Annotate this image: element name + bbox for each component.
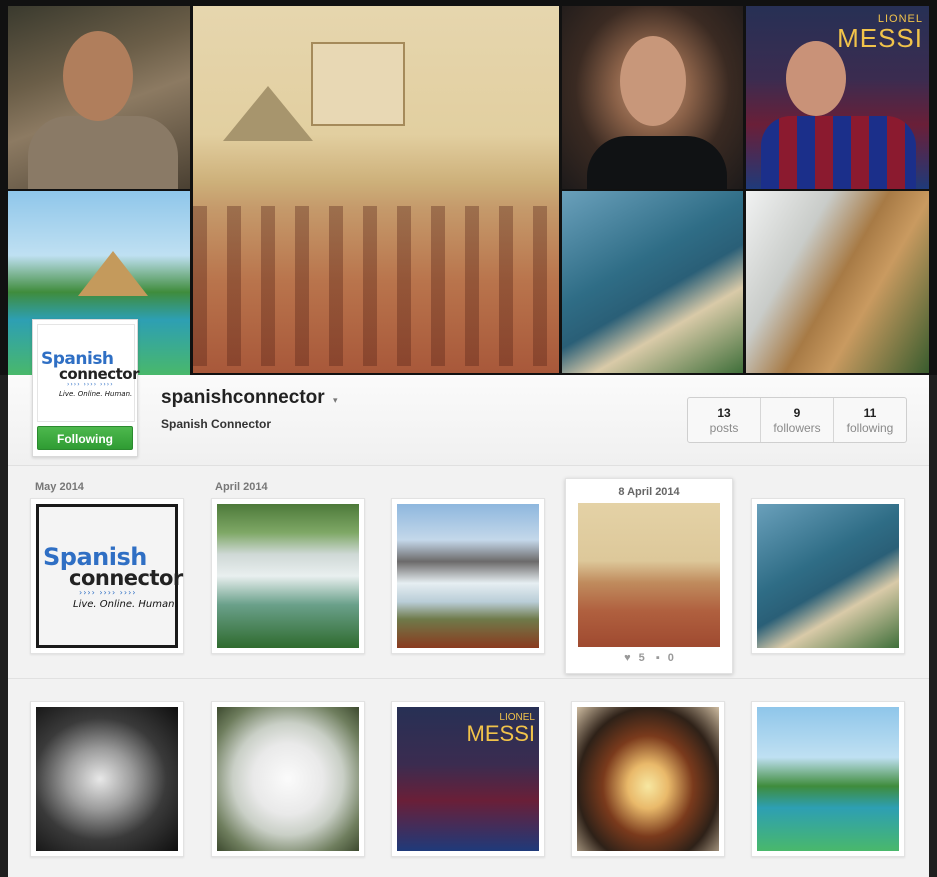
post-white-orchid bbox=[217, 707, 359, 851]
cover-tile-beach-coastline bbox=[562, 191, 743, 373]
stat-posts[interactable]: 13 posts bbox=[688, 398, 761, 442]
post-card[interactable] bbox=[211, 498, 365, 654]
comment-icon[interactable]: ▪ bbox=[656, 652, 660, 664]
likes-count: 5 bbox=[638, 652, 645, 664]
post-card[interactable]: LIONEL MESSI bbox=[391, 701, 545, 857]
profile-header: Spanish connector ›››› ›››› ›››› Live. O… bbox=[8, 319, 929, 466]
avatar[interactable]: Spanish connector ›››› ›››› ›››› Live. O… bbox=[37, 324, 140, 422]
username-dropdown-icon[interactable]: ▾ bbox=[333, 395, 338, 406]
post-stats: ♥ 5 ▪ 0 bbox=[566, 652, 732, 664]
post-card[interactable] bbox=[751, 701, 905, 857]
profile-panel: Spanish connector ›››› ›››› ›››› Live. O… bbox=[8, 319, 929, 877]
cover-photo-grid: LIONEL MESSI bbox=[0, 0, 937, 375]
cover-tile-portrait-man-scarf bbox=[8, 6, 190, 189]
profile-stats: 13 posts 9 followers 11 following bbox=[687, 397, 907, 443]
stat-following[interactable]: 11 following bbox=[834, 398, 906, 442]
messi-poster-text: LIONEL MESSI bbox=[466, 712, 535, 746]
cover-tile-messi-poster: LIONEL MESSI bbox=[746, 6, 929, 189]
post-card-featured[interactable]: 8 April 2014 ♥ 5 ▪ 0 bbox=[565, 478, 733, 674]
profile-avatar-card: Spanish connector ›››› ›››› ›››› Live. O… bbox=[32, 319, 140, 457]
cover-tile-mayan-illustration bbox=[193, 6, 559, 373]
post-mayan-illustration bbox=[578, 503, 720, 647]
post-date: 8 April 2014 bbox=[618, 486, 680, 498]
profile-full-name: Spanish Connector bbox=[161, 417, 272, 431]
cover-tile-waterfall-cliff bbox=[746, 191, 929, 373]
post-card[interactable] bbox=[391, 498, 545, 654]
row-divider bbox=[8, 678, 929, 679]
post-food-plate bbox=[577, 707, 719, 851]
comments-count: 0 bbox=[667, 652, 674, 664]
post-card[interactable] bbox=[30, 701, 184, 857]
date-label-april-2014: April 2014 bbox=[215, 481, 268, 493]
post-beach bbox=[757, 504, 899, 648]
stat-followers[interactable]: 9 followers bbox=[761, 398, 834, 442]
post-card[interactable] bbox=[751, 498, 905, 654]
post-glacier bbox=[397, 504, 539, 648]
post-waterfall bbox=[217, 504, 359, 648]
following-button[interactable]: Following bbox=[37, 426, 133, 450]
date-label-may-2014: May 2014 bbox=[35, 481, 84, 493]
post-card[interactable] bbox=[571, 701, 725, 857]
post-spanish-connector-logo: Spanish connector ›››› ›››› ›››› Live. O… bbox=[36, 504, 183, 648]
post-portrait-old-man bbox=[36, 707, 178, 851]
post-resort bbox=[757, 707, 899, 851]
heart-icon[interactable]: ♥ bbox=[624, 652, 631, 664]
post-card[interactable] bbox=[211, 701, 365, 857]
profile-username: spanishconnector bbox=[161, 387, 325, 408]
post-card[interactable]: Spanish connector ›››› ›››› ›››› Live. O… bbox=[30, 498, 184, 654]
spanish-connector-logo: Spanish connector ›››› ›››› ›››› Live. O… bbox=[43, 543, 183, 610]
cover-tile-portrait-man-long-hair bbox=[562, 6, 743, 189]
messi-poster-text: LIONEL MESSI bbox=[837, 13, 923, 53]
post-messi: LIONEL MESSI bbox=[397, 707, 539, 851]
spanish-connector-logo: Spanish connector ›››› ›››› ›››› Live. O… bbox=[41, 349, 140, 398]
